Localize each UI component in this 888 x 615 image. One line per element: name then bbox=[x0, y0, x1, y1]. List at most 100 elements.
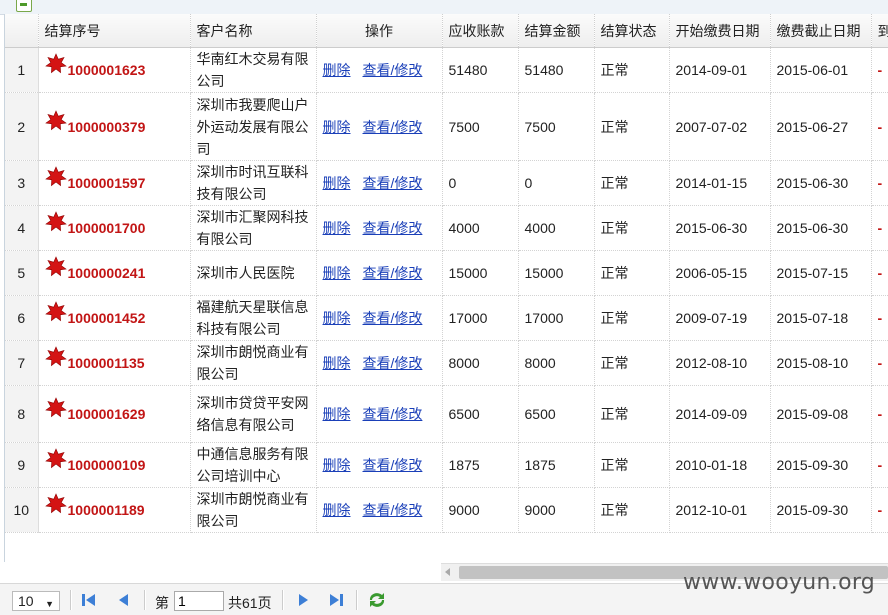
delete-link[interactable]: 删除 bbox=[323, 265, 351, 281]
delete-link[interactable]: 删除 bbox=[323, 220, 351, 236]
view-edit-link[interactable]: 查看/修改 bbox=[363, 310, 423, 326]
star-icon bbox=[44, 493, 67, 514]
delete-link[interactable]: 删除 bbox=[323, 355, 351, 371]
start-date-header[interactable]: 开始缴费日期 bbox=[669, 14, 771, 48]
end-date-cell: 2015-09-08 bbox=[770, 385, 872, 443]
amount-cell: 8000 bbox=[518, 340, 595, 386]
settlement-id: 1000001597 bbox=[67, 175, 146, 191]
amount-cell: 9000 bbox=[518, 487, 595, 533]
end-date-cell: 2015-08-10 bbox=[770, 340, 872, 386]
table-row[interactable]: 6 1000001452 福建航天星联信息科技有限公司 删除 查看/修改 17000 170… bbox=[5, 295, 888, 341]
row-number: 3 bbox=[5, 160, 39, 206]
extra-cell: - bbox=[871, 487, 888, 533]
amount-cell: 1875 bbox=[518, 442, 595, 488]
table-row[interactable]: 9 1000000109 中通信息服务有限公司培训中心 删除 查看/修改 1875 1875… bbox=[5, 442, 888, 488]
actions-cell: 删除 查看/修改 bbox=[316, 250, 443, 296]
receivable-cell: 17000 bbox=[442, 295, 519, 341]
view-edit-link[interactable]: 查看/修改 bbox=[363, 502, 423, 518]
table-row[interactable]: 1 1000001623 华南红木交易有限公司 删除 查看/修改 51480 51480 正常… bbox=[5, 47, 888, 93]
star-icon bbox=[44, 166, 67, 187]
customer-name: 深圳市时讯互联科技有限公司 bbox=[190, 160, 317, 206]
table-row[interactable]: 2 1000000379 深圳市我要爬山户外运动发展有限公司 删除 查看/修改 7500 7… bbox=[5, 92, 888, 161]
table-row[interactable]: 7 1000001135 深圳市朗悦商业有限公司 删除 查看/修改 8000 8000 正常 2… bbox=[5, 340, 888, 386]
start-date-cell: 2014-01-15 bbox=[669, 160, 771, 206]
table-row[interactable]: 4 1000001700 深圳市汇聚网科技有限公司 删除 查看/修改 4000 4000 正常… bbox=[5, 205, 888, 251]
delete-link[interactable]: 删除 bbox=[323, 310, 351, 326]
table-row[interactable]: 8 1000001629 深圳市贷贷平安网络信息有限公司 删除 查看/修改 6500 650… bbox=[5, 385, 888, 443]
receivable-cell: 0 bbox=[442, 160, 519, 206]
start-date-cell: 2009-07-19 bbox=[669, 295, 771, 341]
star-icon bbox=[44, 109, 67, 130]
amount-cell: 6500 bbox=[518, 385, 595, 443]
refresh-icon[interactable] bbox=[367, 591, 387, 609]
page-number-input[interactable] bbox=[174, 591, 224, 611]
star-icon bbox=[44, 301, 67, 322]
start-date-cell: 2012-08-10 bbox=[669, 340, 771, 386]
view-edit-link[interactable]: 查看/修改 bbox=[363, 406, 423, 422]
last-page-icon[interactable] bbox=[329, 592, 345, 608]
delete-link[interactable]: 删除 bbox=[323, 406, 351, 422]
row-number: 5 bbox=[5, 250, 39, 296]
table-row[interactable]: 10 1000001189 深圳市朗悦商业有限公司 删除 查看/修改 9000 9000 正常… bbox=[5, 487, 888, 533]
actions-cell: 删除 查看/修改 bbox=[316, 442, 443, 488]
customer-name: 华南红木交易有限公司 bbox=[190, 47, 317, 93]
pager-separator bbox=[356, 590, 358, 610]
actions-header[interactable]: 操作 bbox=[316, 14, 443, 48]
settlement-id-cell: 1000001629 bbox=[38, 385, 191, 443]
actions-cell: 删除 查看/修改 bbox=[316, 295, 443, 341]
view-edit-link[interactable]: 查看/修改 bbox=[363, 175, 423, 191]
end-date-cell: 2015-06-01 bbox=[770, 47, 872, 93]
customer-name: 中通信息服务有限公司培训中心 bbox=[190, 442, 317, 488]
extra-cell: - bbox=[871, 47, 888, 93]
actions-cell: 删除 查看/修改 bbox=[316, 205, 443, 251]
table-row[interactable]: 5 1000000241 深圳市人民医院 删除 查看/修改 15000 15000 正常 200… bbox=[5, 250, 888, 296]
row-number: 7 bbox=[5, 340, 39, 386]
delete-link[interactable]: 删除 bbox=[323, 62, 351, 78]
export-icon[interactable] bbox=[16, 0, 32, 12]
scroll-left-icon[interactable] bbox=[445, 568, 450, 576]
amount-cell: 4000 bbox=[518, 205, 595, 251]
amount-header[interactable]: 结算金额 bbox=[518, 14, 595, 48]
rownum-header[interactable] bbox=[5, 14, 39, 48]
start-date-cell: 2007-07-02 bbox=[669, 92, 771, 161]
first-page-icon[interactable] bbox=[80, 592, 96, 608]
previous-page-icon[interactable] bbox=[116, 592, 132, 608]
customer-name-header[interactable]: 客户名称 bbox=[190, 14, 317, 48]
table-row[interactable]: 3 1000001597 深圳市时讯互联科技有限公司 删除 查看/修改 0 0 正常 2014-… bbox=[5, 160, 888, 206]
actions-cell: 删除 查看/修改 bbox=[316, 160, 443, 206]
status-header[interactable]: 结算状态 bbox=[594, 14, 670, 48]
view-edit-link[interactable]: 查看/修改 bbox=[363, 355, 423, 371]
amount-cell: 51480 bbox=[518, 47, 595, 93]
settlement-id: 1000001135 bbox=[67, 355, 145, 371]
extra-cell: - bbox=[871, 442, 888, 488]
delete-link[interactable]: 删除 bbox=[323, 457, 351, 473]
settlement-id-cell: 1000000241 bbox=[38, 250, 191, 296]
receivable-header[interactable]: 应收账款 bbox=[442, 14, 519, 48]
row-number: 6 bbox=[5, 295, 39, 341]
settlement-id-cell: 1000001623 bbox=[38, 47, 191, 93]
view-edit-link[interactable]: 查看/修改 bbox=[363, 265, 423, 281]
settlement-id-cell: 1000001597 bbox=[38, 160, 191, 206]
end-date-header[interactable]: 缴费截止日期 bbox=[770, 14, 872, 48]
settlement-id: 1000000379 bbox=[67, 118, 146, 135]
end-date-cell: 2015-09-30 bbox=[770, 487, 872, 533]
delete-link[interactable]: 删除 bbox=[323, 502, 351, 518]
view-edit-link[interactable]: 查看/修改 bbox=[363, 119, 423, 135]
page-size-value: 10 bbox=[18, 593, 34, 609]
settlement-id: 1000001189 bbox=[67, 502, 145, 518]
settlement-id-header[interactable]: 结算序号 bbox=[38, 14, 191, 48]
view-edit-link[interactable]: 查看/修改 bbox=[363, 62, 423, 78]
delete-link[interactable]: 删除 bbox=[323, 175, 351, 191]
receivable-cell: 6500 bbox=[442, 385, 519, 443]
extra-header[interactable]: 到 bbox=[871, 14, 888, 48]
view-edit-link[interactable]: 查看/修改 bbox=[363, 220, 423, 236]
settlement-id: 1000001700 bbox=[67, 220, 146, 236]
receivable-cell: 9000 bbox=[442, 487, 519, 533]
settlement-id: 1000001452 bbox=[67, 310, 146, 326]
pager-separator bbox=[144, 590, 146, 610]
delete-link[interactable]: 删除 bbox=[323, 119, 351, 135]
page-size-select[interactable]: 10 ▼ bbox=[12, 591, 60, 611]
view-edit-link[interactable]: 查看/修改 bbox=[363, 457, 423, 473]
next-page-icon[interactable] bbox=[295, 592, 311, 608]
row-number: 2 bbox=[5, 92, 39, 161]
